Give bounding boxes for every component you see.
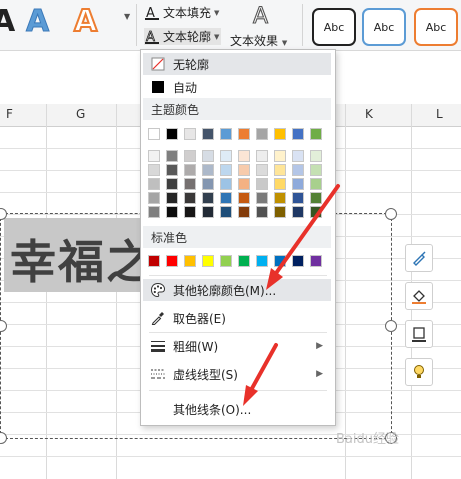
annotation-arrow bbox=[243, 343, 278, 406]
annotation-arrows bbox=[243, 184, 340, 406]
watermark: Baidu经验 bbox=[336, 432, 399, 447]
annotation-arrow bbox=[266, 184, 340, 290]
